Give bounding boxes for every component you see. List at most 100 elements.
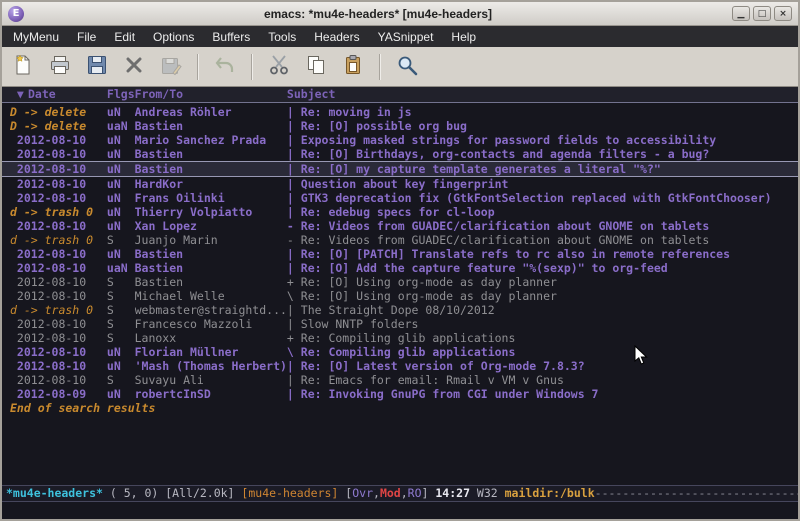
- message-date: 2012-08-10: [10, 289, 107, 303]
- modeline-dashes: ----------------------------------------…: [595, 486, 798, 500]
- message-from: Bastien: [135, 162, 287, 176]
- message-row[interactable]: 2012-08-10uNFrans Oilinki| GTK3 deprecat…: [2, 191, 798, 205]
- column-header-date[interactable]: ▼Date: [10, 87, 107, 102]
- message-row[interactable]: d -> trash 0Swebmaster@straightd...| The…: [2, 303, 798, 317]
- message-flags: uaN: [107, 261, 135, 275]
- message-from: Suvayu Ali: [135, 373, 287, 387]
- message-from: webmaster@straightd...: [135, 303, 287, 317]
- maximize-button[interactable]: □: [753, 6, 771, 21]
- message-row[interactable]: 2012-08-09uNrobertcInSD| Re: Invoking Gn…: [2, 387, 798, 401]
- header-line: ▼DateFlgsFrom/ToSubject: [2, 87, 798, 103]
- message-row[interactable]: D -> deleteuNAndreas Röhler| Re: moving …: [2, 105, 798, 119]
- message-row[interactable]: 2012-08-10uNHardKor| Question about key …: [2, 177, 798, 191]
- message-row[interactable]: 2012-08-10SMichael Welle\ Re: [O] Using …: [2, 289, 798, 303]
- message-from: Andreas Röhler: [135, 105, 287, 119]
- window-controls: ▁□×: [732, 6, 792, 21]
- message-row[interactable]: 2012-08-10uN'Mash (Thomas Herbert)| Re: …: [2, 359, 798, 373]
- message-row[interactable]: 2012-08-10uNBastien| Re: [O] [PATCH] Tra…: [2, 247, 798, 261]
- message-subject: - Re: Videos from GUADEC/clarification a…: [287, 219, 798, 233]
- close-button[interactable]: ×: [774, 6, 792, 21]
- message-row[interactable]: d -> trash 0uNThierry Volpiatto| Re: ede…: [2, 205, 798, 219]
- message-subject: | Re: [O] Latest version of Org-mode 7.8…: [287, 359, 798, 373]
- message-row[interactable]: 2012-08-10SSuvayu Ali| Re: Emacs for ema…: [2, 373, 798, 387]
- message-flags: S: [107, 317, 135, 331]
- save-as-button[interactable]: [156, 52, 186, 82]
- menu-item-tools[interactable]: Tools: [259, 28, 305, 46]
- menu-item-edit[interactable]: Edit: [105, 28, 144, 46]
- message-from: robertcInSD: [135, 387, 287, 401]
- message-date: d -> trash 0: [10, 205, 107, 219]
- menu-item-yasnippet[interactable]: YASnippet: [369, 28, 443, 46]
- message-subject: \ Re: Compiling glib applications: [287, 345, 798, 359]
- message-from: 'Mash (Thomas Herbert): [135, 359, 287, 373]
- message-date: 2012-08-10: [10, 317, 107, 331]
- modeline-modified: Mod: [380, 486, 401, 500]
- mouse-cursor: [634, 345, 650, 371]
- message-flags: uN: [107, 147, 135, 161]
- message-date: 2012-08-09: [10, 387, 107, 401]
- message-row[interactable]: 2012-08-10SFrancesco Mazzoli| Slow NNTP …: [2, 317, 798, 331]
- message-date: 2012-08-10: [10, 177, 107, 191]
- message-from: Bastien: [135, 275, 287, 289]
- message-flags: uN: [107, 177, 135, 191]
- message-date: 2012-08-10: [10, 345, 107, 359]
- message-flags: uaN: [107, 119, 135, 133]
- copy-button[interactable]: [301, 52, 331, 82]
- echo-area[interactable]: [2, 502, 798, 519]
- menu-item-options[interactable]: Options: [144, 28, 203, 46]
- message-row[interactable]: 2012-08-10SLanoxx+ Re: Compiling glib ap…: [2, 331, 798, 345]
- message-subject: + Re: Compiling glib applications: [287, 331, 798, 345]
- column-header-flags[interactable]: Flgs: [107, 87, 135, 102]
- message-from: Lanoxx: [135, 331, 287, 345]
- message-row[interactable]: 2012-08-10uaNBastien| Re: [O] Add the ca…: [2, 261, 798, 275]
- message-date: 2012-08-10: [10, 147, 107, 161]
- message-from: Mario Sanchez Prada: [135, 133, 287, 147]
- message-row[interactable]: D -> deleteuaNBastien| Re: [O] possible …: [2, 119, 798, 133]
- message-row[interactable]: 2012-08-10uNBastien| Re: [O] my capture …: [2, 161, 798, 177]
- message-subject: | Re: edebug specs for cl-loop: [287, 205, 798, 219]
- modeline-bracket-close: ]: [422, 486, 436, 500]
- message-subject: | Question about key fingerprint: [287, 177, 798, 191]
- modeline-bracket-open: [: [338, 486, 352, 500]
- message-subject: | Re: [O] Add the capture feature "%(sex…: [287, 261, 798, 275]
- menu-item-headers[interactable]: Headers: [305, 28, 368, 46]
- message-date: 2012-08-10: [10, 331, 107, 345]
- menu-item-help[interactable]: Help: [442, 28, 485, 46]
- titlebar[interactable]: E emacs: *mu4e-headers* [mu4e-headers] ▁…: [2, 2, 798, 26]
- message-date: 2012-08-10: [10, 247, 107, 261]
- message-date: 2012-08-10: [10, 359, 107, 373]
- mode-line[interactable]: *mu4e-headers* ( 5, 0) [All/2.0k] [mu4e-…: [2, 485, 798, 502]
- column-header-subject[interactable]: Subject: [287, 87, 798, 102]
- menu-item-buffers[interactable]: Buffers: [203, 28, 259, 46]
- save-button[interactable]: [82, 52, 112, 82]
- cut-button[interactable]: [264, 52, 294, 82]
- save-as-icon: [160, 54, 182, 80]
- message-from: Bastien: [135, 147, 287, 161]
- message-row[interactable]: 2012-08-10uNMario Sanchez Prada| Exposin…: [2, 133, 798, 147]
- close-icon: [123, 54, 145, 80]
- message-row[interactable]: 2012-08-10uNBastien| Re: [O] Birthdays, …: [2, 147, 798, 161]
- menu-item-mymenu[interactable]: MyMenu: [4, 28, 68, 46]
- message-from: Bastien: [135, 119, 287, 133]
- message-date: 2012-08-10: [10, 133, 107, 147]
- message-row[interactable]: 2012-08-10uNFlorian Müllner\ Re: Compili…: [2, 345, 798, 359]
- message-row[interactable]: 2012-08-10SBastien+ Re: [O] Using org-mo…: [2, 275, 798, 289]
- message-subject: | Slow NNTP folders: [287, 317, 798, 331]
- message-row[interactable]: 2012-08-10uNXan Lopez- Re: Videos from G…: [2, 219, 798, 233]
- message-date: d -> trash 0: [10, 233, 107, 247]
- modeline-overwrite: Ovr: [352, 486, 373, 500]
- print-button[interactable]: [45, 52, 75, 82]
- message-subject: | The Straight Dope 08/10/2012: [287, 303, 798, 317]
- undo-button[interactable]: [210, 52, 240, 82]
- message-date: 2012-08-10: [10, 219, 107, 233]
- close-button[interactable]: [119, 52, 149, 82]
- search-button[interactable]: [392, 52, 422, 82]
- message-flags: S: [107, 331, 135, 345]
- new-file-button[interactable]: [8, 52, 38, 82]
- column-header-date-label: Date: [28, 87, 56, 101]
- column-header-from[interactable]: From/To: [135, 87, 287, 102]
- menu-item-file[interactable]: File: [68, 28, 105, 46]
- paste-button[interactable]: [338, 52, 368, 82]
- message-row[interactable]: d -> trash 0SJuanjo Marin- Re: Videos fr…: [2, 233, 798, 247]
- minimize-button[interactable]: ▁: [732, 6, 750, 21]
